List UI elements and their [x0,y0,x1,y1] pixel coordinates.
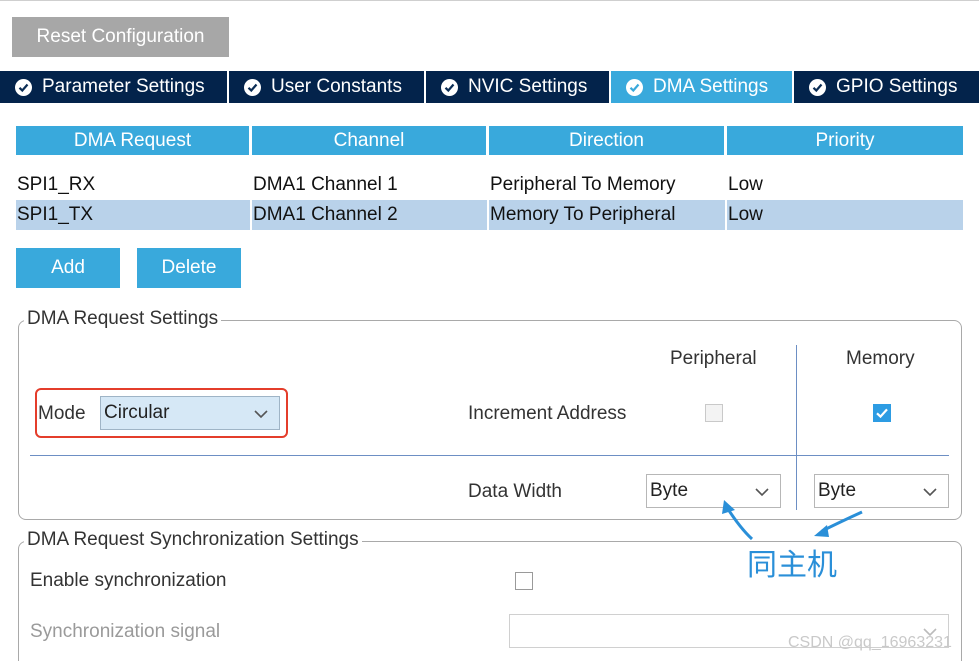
watermark: CSDN @qq_16963231 [788,634,952,651]
arrow-head-icon [814,525,829,537]
annotation-text: 同主机 [747,548,837,583]
arrow-head-icon [722,500,735,514]
dma-settings-window: Reset Configuration Parameter Settings U… [0,0,979,661]
